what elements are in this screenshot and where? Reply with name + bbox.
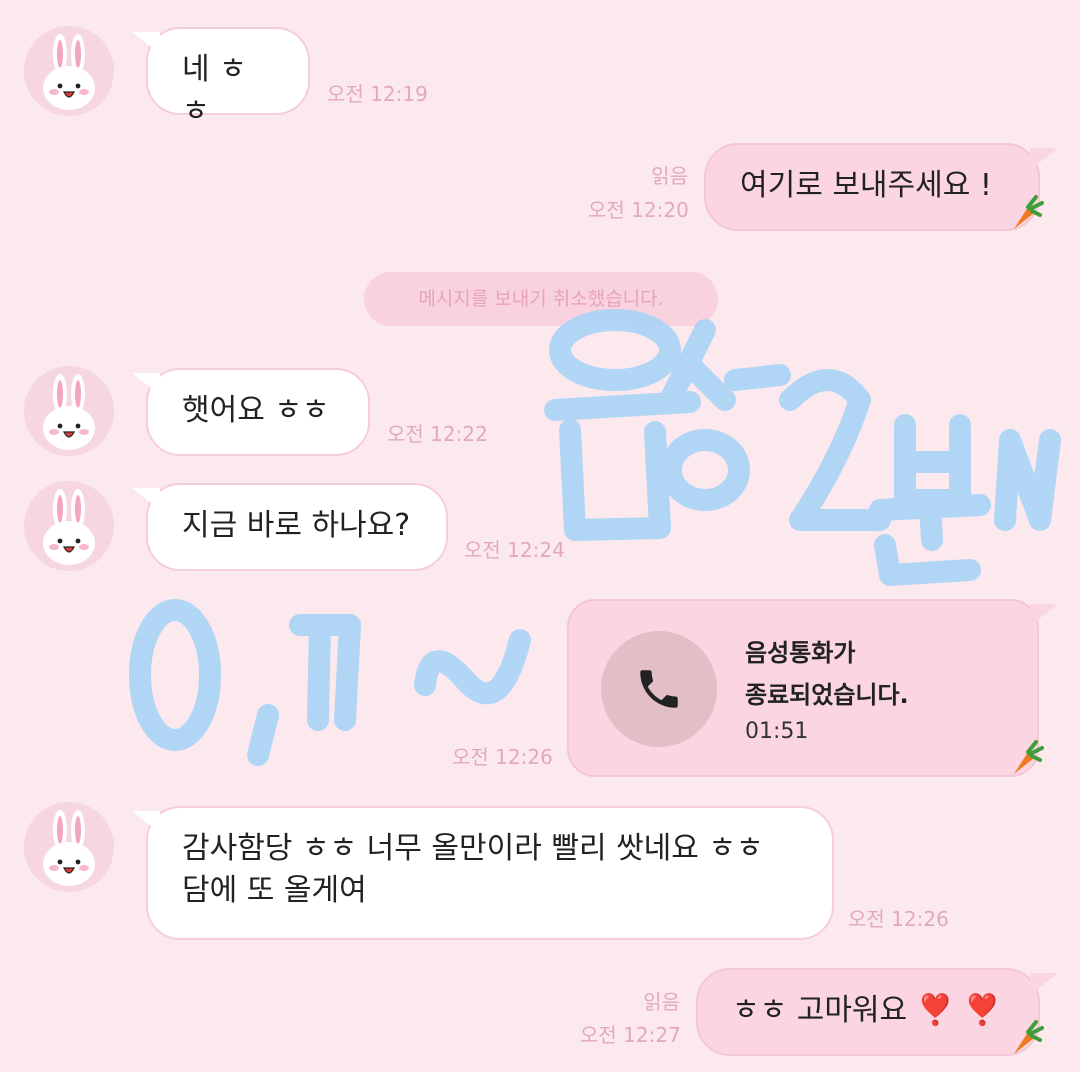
message-text-line2: 담에 또 올게여: [182, 873, 367, 908]
message-text: 감사함당 ㅎㅎ 너무 올만이라 빨리 쌋네요 ㅎㅎ: [182, 831, 764, 866]
message-timestamp: 오전 12:26: [452, 745, 553, 769]
message-bubble-incoming[interactable]: 지금 바로 하나요?: [146, 483, 448, 571]
message-bubble-outgoing[interactable]: ㅎㅎ 고마워요 ❣️ ❣️: [696, 968, 1040, 1056]
phone-icon: [640, 670, 678, 708]
read-receipt: 읽음: [651, 164, 688, 188]
message-text: ㅎㅎ 고마워요: [732, 993, 908, 1028]
message-bubble-incoming[interactable]: 햇어요 ㅎㅎ: [146, 368, 370, 456]
voice-call-card[interactable]: 음성통화가 종료되었습니다. 01:51: [567, 599, 1039, 777]
avatar[interactable]: [24, 26, 114, 116]
message-timestamp: 오전 12:27: [580, 1023, 681, 1047]
bunny-avatar-icon: [24, 366, 114, 456]
message-timestamp: 오전 12:26: [848, 907, 949, 931]
message-timestamp: 오전 12:20: [588, 198, 689, 222]
message-timestamp: 오전 12:24: [464, 538, 565, 562]
message-bubble-incoming[interactable]: 감사함당 ㅎㅎ 너무 올만이라 빨리 쌋네요 ㅎㅎ 담에 또 올게여: [146, 806, 834, 940]
message-timestamp: 오전 12:22: [387, 422, 488, 446]
bunny-avatar-icon: [24, 26, 114, 116]
carrot-sticker-icon: [1014, 195, 1044, 229]
message-bubble-outgoing[interactable]: 여기로 보내주세요 !: [704, 143, 1040, 231]
message-bubble-incoming[interactable]: 네 ㅎㅎ: [146, 27, 310, 129]
call-status-line1: 음성통화가: [745, 639, 856, 667]
avatar[interactable]: [24, 481, 114, 571]
system-notice: 메시지를 보내기 취소했습니다.: [364, 272, 718, 326]
message-timestamp: 오전 12:19: [327, 82, 428, 106]
carrot-sticker-icon: [1014, 740, 1044, 774]
call-button[interactable]: [601, 631, 717, 747]
carrot-sticker-icon: [1014, 1020, 1044, 1054]
message-text: 지금 바로 하나요?: [182, 508, 411, 543]
read-receipt: 읽음: [643, 990, 680, 1014]
bunny-avatar-icon: [24, 481, 114, 571]
avatar[interactable]: [24, 802, 114, 892]
message-text: 네 ㅎㅎ: [182, 52, 247, 129]
message-text: 햇어요 ㅎㅎ: [182, 393, 330, 428]
call-duration: 01:51: [745, 719, 809, 744]
bunny-avatar-icon: [24, 802, 114, 892]
avatar[interactable]: [24, 366, 114, 456]
heart-emoji: ❣️ ❣️: [916, 993, 1001, 1028]
call-status-line2: 종료되었습니다.: [745, 681, 909, 709]
chat-window[interactable]: 네 ㅎㅎ 오전 12:19 읽음 오전 12:20 여기로 보내주세요 ! 메시…: [0, 0, 1080, 1072]
message-text: 여기로 보내주세요 !: [740, 168, 992, 203]
